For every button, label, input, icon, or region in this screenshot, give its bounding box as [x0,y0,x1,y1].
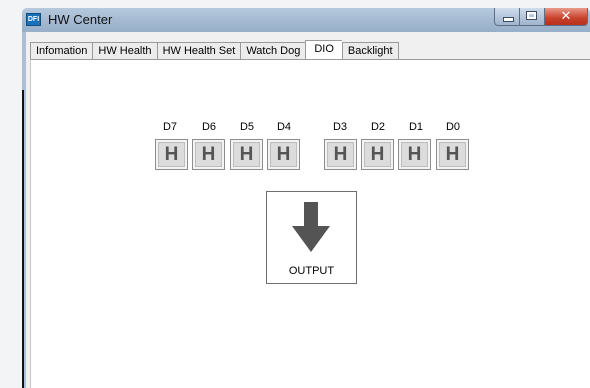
bit-button-d7[interactable]: H [155,139,188,170]
bit-value-d7: H [158,142,185,167]
direction-label: OUTPUT [288,265,335,277]
tab-watch-dog[interactable]: Watch Dog [240,42,306,60]
maximize-icon [526,11,537,20]
bit-button-d4[interactable]: H [267,139,300,170]
direction-toggle-button[interactable]: OUTPUT [266,191,357,284]
tab-dio[interactable]: DIO [305,40,342,61]
bit-label-d0: D0 [445,121,461,133]
close-button[interactable]: ✕ [545,8,588,26]
bit-button-d3[interactable]: H [324,139,357,170]
tab-infomation[interactable]: Infomation [30,42,93,60]
tab-backlight[interactable]: Backlight [341,42,399,60]
bit-value-d2: H [364,142,391,167]
bit-value-d5: H [233,142,260,167]
minimize-icon [503,17,514,22]
tab-hw-health-set[interactable]: HW Health Set [156,42,241,60]
bit-value-d3: H [327,142,354,167]
bit-label-d2: D2 [370,121,386,133]
close-icon: ✕ [560,9,572,24]
bit-button-d0[interactable]: H [436,139,469,170]
bit-button-d6[interactable]: H [192,139,225,170]
app-logo-icon: DFI [26,13,41,26]
window-title: HW Center [48,12,113,27]
title-bar[interactable]: DFI HW Center ✕ [22,8,590,32]
bit-label-d4: D4 [276,121,292,133]
bit-label-d1: D1 [408,121,424,133]
bit-label-d6: D6 [201,121,217,133]
bit-value-d0: H [439,142,466,167]
hw-center-window: DFI HW Center ✕ Infomation HW Health HW … [0,0,590,388]
bit-value-d4: H [270,142,297,167]
minimize-button[interactable] [494,8,520,26]
bit-button-d5[interactable]: H [230,139,263,170]
bit-label-d7: D7 [162,121,178,133]
bit-label-d3: D3 [332,121,348,133]
bit-value-d1: H [401,142,428,167]
maximize-button[interactable] [520,8,545,26]
bit-button-d1[interactable]: H [398,139,431,170]
window-left-shadow [22,90,24,388]
tab-hw-health[interactable]: HW Health [92,42,157,60]
bit-value-d6: H [195,142,222,167]
bit-label-d5: D5 [239,121,255,133]
tab-strip: Infomation HW Health HW Health Set Watch… [30,40,399,61]
bit-button-d2[interactable]: H [361,139,394,170]
